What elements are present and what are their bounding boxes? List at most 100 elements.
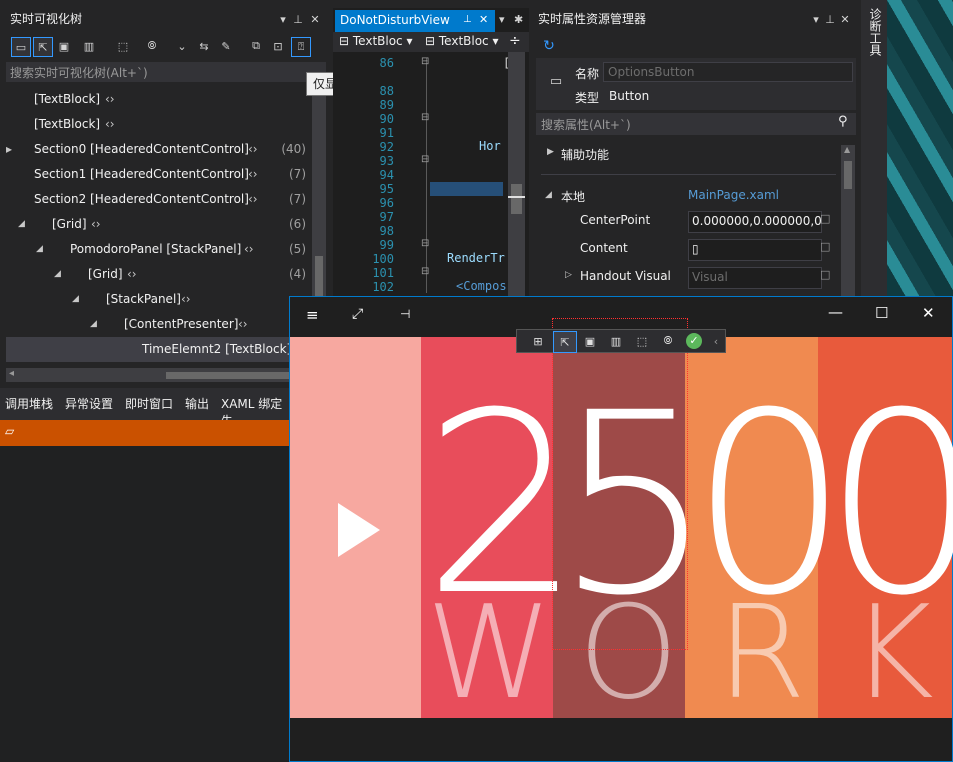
collapse-icon[interactable]: ⊟ [421,112,429,123]
centerpoint-value[interactable]: 0.000000,0.000000,0.0 [688,211,822,233]
copy-icon[interactable]: ⧉ [247,37,265,55]
xaml-source-icon[interactable]: ‹› [181,287,191,312]
pin-icon[interactable]: ⊣ [400,307,410,321]
track-focus-icon[interactable]: ▥ [605,331,627,351]
handout-visual-value[interactable]: Visual [688,267,822,289]
tab-call-stack[interactable]: 调用堆栈 [5,395,53,412]
nav-right-dropdown[interactable]: ⊟ TextBloc ▾ [425,34,499,48]
expander-icon[interactable]: ◢ [36,237,43,262]
xaml-source-icon[interactable]: ‹› [105,112,115,137]
hamburger-menu-icon[interactable]: ≡ [306,306,319,324]
editor-scrollbar[interactable] [508,52,525,296]
live-tree-search[interactable]: 搜索实时可视化树(Alt+`) [6,62,326,82]
accessibility-group[interactable]: 辅助功能 [561,146,609,163]
tree-horizontal-scrollbar[interactable]: ◂ [6,368,312,382]
expander-icon[interactable]: ◢ [18,212,25,237]
content-value[interactable]: ▯ [688,239,822,261]
go-to-live-tree-icon[interactable]: ⊞ [527,331,549,351]
settings-icon[interactable]: ✱ [514,13,523,26]
checkbox-icon[interactable]: □ [820,240,830,253]
tree-row[interactable]: Section2 [HeaderedContentControl] ‹› (7) [6,187,306,212]
expander-icon[interactable]: ◢ [54,262,61,287]
props-search[interactable]: 搜索属性(Alt+`) ⚲ [536,113,856,135]
select-element-icon[interactable]: ⇱ [553,331,577,353]
tab-overflow-icon[interactable]: ▾ [499,13,505,26]
diagnostic-tools-side-tab[interactable]: 诊断工具 [861,0,887,300]
tree-row[interactable]: [TextBlock] ‹› [6,87,306,112]
checkbox-icon[interactable]: □ [820,212,830,225]
xaml-source-icon[interactable]: ‹› [127,262,137,287]
xaml-source-icon[interactable]: ‹› [238,312,248,337]
collapse-icon[interactable]: ⊟ [421,56,429,67]
xaml-source-icon[interactable]: ‹› [244,237,254,262]
pin-icon[interactable]: ⊥ [463,14,472,25]
collapse-icon[interactable]: ⌄ [173,37,191,55]
hot-reload-icon[interactable]: ⦾ [143,37,161,55]
search-icon[interactable]: ⚲ [838,114,848,129]
fullscreen-icon[interactable]: ⤢ [352,306,363,322]
tab-output[interactable]: 输出 [185,395,209,412]
xaml-source-icon[interactable]: ‹› [248,187,258,212]
swap-icon[interactable]: ⇆ [195,37,213,55]
prop-label-centerpoint: CenterPoint [580,213,651,227]
nav-left-dropdown[interactable]: ⊟ TextBloc ▾ [339,34,413,48]
preview-selection-icon[interactable]: ⬚ [114,37,132,55]
tree-row[interactable]: Section1 [HeaderedContentControl] ‹› (7) [6,162,306,187]
layout-adorner-icon[interactable]: ▣ [55,37,73,55]
expander-icon[interactable]: ▷ [565,270,572,280]
close-icon[interactable]: ✕ [922,304,935,322]
editor-tab[interactable]: DoNotDisturbView ⊥ ✕ [335,10,495,32]
collapse-icon[interactable]: ⊟ [421,154,429,165]
xaml-source-icon[interactable]: ‹› [91,212,101,237]
wrench-icon[interactable]: ✎ [217,37,235,55]
tree-row[interactable]: ◢ [ContentPresenter] ‹› [6,312,306,337]
hot-reload-icon[interactable]: ⦾ [657,331,679,351]
split-icon[interactable]: ÷ [509,33,521,49]
tree-row[interactable]: ◢ PomodoroPanel [StackPanel] ‹› (5) [6,237,306,262]
collapse-icon[interactable]: ⊟ [421,238,429,249]
name-field[interactable]: OptionsButton [603,62,853,82]
expander-icon[interactable]: ▶ [547,147,554,157]
xaml-source-icon[interactable]: ‹› [105,87,115,112]
show-in-editor-icon[interactable]: ▭ [11,37,31,57]
editor-nav-bar: ⊟ TextBloc ▾ ⊟ TextBloc ▾ ÷ [333,32,529,52]
checkbox-icon[interactable]: □ [820,268,830,281]
xaml-source-icon[interactable]: ‹› [248,137,258,162]
minimize-icon[interactable]: — [828,303,843,321]
close-icon[interactable]: ✕ [306,10,324,28]
play-icon[interactable] [338,503,380,557]
tree-row[interactable]: ▸ Section0 [HeaderedContentControl] ‹› (… [6,137,306,162]
expander-icon[interactable]: ◢ [90,312,97,337]
maximize-icon[interactable]: ☐ [875,304,888,322]
track-focus-icon[interactable]: ▥ [80,37,98,55]
source-link[interactable]: MainPage.xaml [688,188,779,202]
tree-row[interactable]: [TextBlock] ‹› [6,112,306,137]
expander-icon[interactable]: ◢ [72,287,79,312]
preview-selection-icon[interactable]: ⬚ [631,331,653,351]
tab-exception-settings[interactable]: 异常设置 [65,395,113,412]
layout-adorner-icon[interactable]: ▣ [579,331,601,351]
close-icon[interactable]: ✕ [836,10,854,28]
tree-row-selected[interactable]: TimeElemnt2 [TextBlock] [6,337,306,362]
xaml-source-icon[interactable]: ‹› [248,162,258,187]
tree-row[interactable]: ◢ [Grid] ‹› (4) [6,262,306,287]
type-value: Button [609,89,650,103]
close-icon[interactable]: ✕ [479,13,488,26]
just-my-xaml-icon[interactable]: ⍰ [291,37,311,57]
props-scrollbar[interactable]: ▲ [841,145,855,297]
group-divider [541,174,836,175]
expander-icon[interactable]: ◢ [545,190,552,200]
bottom-tool-tabs: 调用堆栈 异常设置 即时窗口 输出 XAML 绑定失 [0,388,290,428]
tree-row[interactable]: ◢ [StackPanel] ‹› [6,287,306,312]
expand-all-icon[interactable]: ⊡ [269,37,287,55]
local-group[interactable]: 本地 [561,188,585,205]
tab-immediate-window[interactable]: 即时窗口 [125,395,173,412]
tree-row[interactable]: ◢ [Grid] ‹› (6) [6,212,306,237]
collapse-toolbar-icon[interactable]: ‹ [705,331,727,351]
refresh-icon[interactable]: ↻ [540,37,558,55]
select-element-icon[interactable]: ⇱ [33,37,53,57]
expander-icon[interactable]: ▸ [6,137,12,162]
desktop-wallpaper [887,0,953,300]
collapse-icon[interactable]: ⊟ [421,266,429,277]
pin-icon[interactable]: ⊥ [289,10,307,28]
